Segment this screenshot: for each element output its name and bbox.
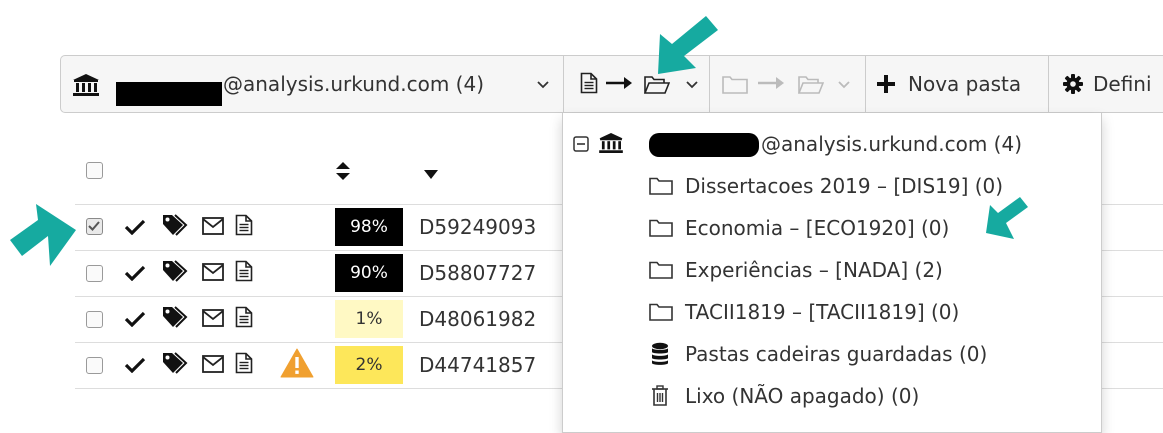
settings-label: Defini (1093, 72, 1152, 96)
annotation-arrow-icon (982, 195, 1032, 245)
folder-open-icon (798, 75, 824, 95)
institution-icon (599, 133, 623, 153)
arrow-right-icon (606, 76, 632, 90)
document-icon[interactable] (235, 306, 253, 328)
folder-label: Economia – [ECO1920] (0) (685, 216, 950, 240)
envelope-icon[interactable] (202, 355, 224, 373)
folder-icon (722, 75, 748, 95)
plus-icon (877, 75, 895, 93)
similarity-score[interactable]: 98% (335, 208, 403, 246)
sort-desc-icon[interactable] (424, 170, 438, 179)
document-id[interactable]: D44741857 (419, 350, 536, 380)
row-icon-group (120, 306, 280, 332)
annotation-arrow-icon (650, 14, 722, 76)
redacted-username (649, 133, 759, 157)
envelope-icon[interactable] (202, 309, 224, 327)
folder-dropdown-menu: @analysis.urkund.com (4) Dissertacoes 20… (562, 113, 1102, 433)
redacted-username (116, 82, 222, 106)
row-checkbox[interactable] (86, 311, 103, 328)
document-icon[interactable] (235, 214, 253, 236)
collapse-icon[interactable] (573, 136, 589, 152)
row-icon-group (120, 260, 280, 286)
new-folder-button[interactable]: Nova pasta (866, 56, 1048, 112)
row-checkbox[interactable] (86, 357, 103, 374)
chevron-down-icon (537, 81, 549, 89)
chevron-down-icon (686, 81, 698, 89)
envelope-icon[interactable] (202, 217, 224, 235)
folder-icon (649, 261, 673, 279)
folder-icon (649, 177, 673, 195)
new-folder-label: Nova pasta (908, 72, 1022, 96)
folder-item[interactable]: Experiências – [NADA] (2) (563, 253, 1101, 287)
document-icon[interactable] (235, 260, 253, 282)
folder-label: Dissertacoes 2019 – [DIS19] (0) (685, 174, 1004, 198)
move-folder-button[interactable] (710, 56, 865, 112)
settings-button[interactable]: Defini (1049, 56, 1163, 112)
account-selector[interactable]: @analysis.urkund.com (4) (61, 56, 561, 112)
dropdown-account-label: @analysis.urkund.com (4) (761, 132, 1023, 156)
row-icon-group (120, 348, 320, 382)
institution-icon (73, 74, 99, 96)
trash-icon (651, 385, 669, 407)
similarity-score[interactable]: 1% (335, 300, 403, 338)
row-checkbox[interactable] (86, 218, 103, 235)
account-email: @analysis.urkund.com (4) (223, 72, 485, 96)
folder-open-icon (644, 75, 670, 95)
row-checkbox[interactable] (86, 265, 103, 282)
saved-folders-item[interactable]: Pastas cadeiras guardadas (0) (563, 337, 1101, 371)
gear-icon (1063, 74, 1083, 94)
sort-icon[interactable] (336, 162, 350, 180)
database-icon (651, 342, 669, 366)
arrow-right-icon (758, 76, 784, 90)
tags-icon[interactable] (162, 260, 188, 282)
warning-icon (280, 348, 314, 378)
check-icon (124, 311, 146, 327)
saved-folders-label: Pastas cadeiras guardadas (0) (685, 342, 988, 366)
tags-icon[interactable] (162, 214, 188, 236)
toolbar: @analysis.urkund.com (4) Nova pasta Defi… (60, 55, 1163, 113)
document-id[interactable]: D59249093 (419, 212, 536, 242)
chevron-down-icon (838, 81, 850, 89)
similarity-score[interactable]: 90% (335, 254, 403, 292)
folder-label: TACII1819 – [TACII1819] (0) (685, 300, 960, 324)
check-icon (124, 265, 146, 281)
trash-label: Lixo (NÃO apagado) (0) (685, 384, 920, 408)
folder-icon (649, 219, 673, 237)
row-icon-group (120, 214, 280, 240)
check-icon (124, 357, 146, 373)
folder-icon (649, 303, 673, 321)
similarity-score[interactable]: 2% (335, 346, 403, 384)
tags-icon[interactable] (162, 352, 188, 374)
tags-icon[interactable] (162, 306, 188, 328)
check-icon (124, 219, 146, 235)
dropdown-account-item[interactable]: @analysis.urkund.com (4) (563, 127, 1101, 161)
document-id[interactable]: D48061982 (419, 304, 536, 334)
document-icon (580, 72, 598, 94)
select-all-checkbox[interactable] (86, 162, 103, 179)
document-id[interactable]: D58807727 (419, 258, 536, 288)
folder-item[interactable]: TACII1819 – [TACII1819] (0) (563, 295, 1101, 329)
folder-label: Experiências – [NADA] (2) (685, 258, 943, 282)
document-icon[interactable] (235, 352, 253, 374)
trash-item[interactable]: Lixo (NÃO apagado) (0) (563, 379, 1101, 413)
envelope-icon[interactable] (202, 263, 224, 281)
annotation-arrow-icon (6, 200, 82, 272)
